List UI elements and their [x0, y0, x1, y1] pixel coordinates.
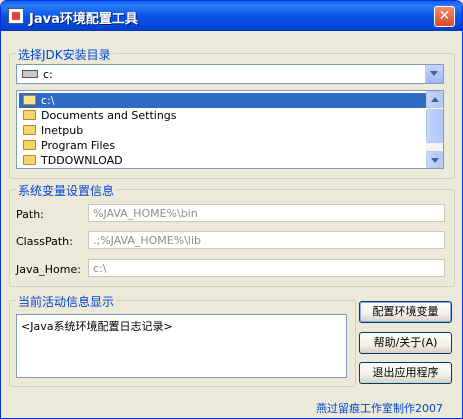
java-home-label: Java_Home: [16, 263, 81, 276]
list-item[interactable]: c:\ [19, 93, 429, 108]
chevron-down-icon[interactable] [425, 65, 443, 83]
java-app-icon [8, 8, 24, 24]
directory-list[interactable]: c:\ Documents and Settings Inetpub Progr… [16, 90, 444, 169]
java-home-value: c:\ [93, 262, 107, 275]
jdk-group-legend: 选择JDK安装目录 [16, 46, 113, 63]
folder-icon [23, 155, 36, 165]
help-about-button[interactable]: 帮助/关于(A) [359, 332, 452, 354]
directory-label: c:\ [41, 94, 55, 107]
scroll-up-arrow-icon[interactable] [426, 91, 443, 108]
list-item[interactable]: TDDOWNLOAD [19, 153, 429, 168]
directory-label: TDDOWNLOAD [41, 154, 123, 167]
folder-open-icon [23, 95, 36, 105]
exit-app-button[interactable]: 退出应用程序 [359, 362, 452, 384]
scroll-thumb[interactable] [426, 109, 443, 143]
folder-icon [23, 140, 36, 150]
list-item[interactable]: Inetpub [19, 123, 429, 138]
folder-icon [23, 125, 36, 135]
java-home-field: c:\ [88, 259, 445, 277]
activity-log-textarea[interactable]: <Java系统环境配置日志记录> [16, 314, 347, 378]
drive-select[interactable]: c: [16, 64, 444, 84]
app-window: Java环境配置工具 ✕ 选择JDK安装目录 c: c:\ Documents … [0, 0, 463, 419]
window-title: Java环境配置工具 [29, 12, 138, 27]
directory-scrollbar[interactable] [426, 91, 443, 168]
list-item[interactable]: Documents and Settings [19, 108, 429, 123]
title-bar[interactable]: Java环境配置工具 ✕ [1, 1, 462, 31]
directory-label: Documents and Settings [41, 109, 177, 122]
path-value: %JAVA_HOME%\bin [93, 207, 198, 220]
classpath-field: .;%JAVA_HOME%\lib [88, 231, 445, 249]
scroll-down-arrow-icon[interactable] [426, 151, 443, 168]
folder-icon [23, 110, 36, 120]
activity-log-text: <Java系统环境配置日志记录> [21, 320, 173, 333]
activity-group-legend: 当前活动信息显示 [16, 293, 117, 310]
env-group-legend: 系统变量设置信息 [16, 182, 117, 199]
configure-env-button[interactable]: 配置环境变量 [359, 301, 452, 323]
list-item[interactable]: Program Files [19, 138, 429, 153]
path-label: Path: [16, 208, 44, 221]
directory-label: Inetpub [41, 124, 84, 137]
hard-drive-icon [22, 70, 38, 78]
path-field: %JAVA_HOME%\bin [88, 204, 445, 222]
drive-select-value: c: [43, 68, 53, 81]
directory-label: Program Files [41, 139, 116, 152]
classpath-label: ClassPath: [16, 235, 73, 248]
close-button[interactable]: ✕ [434, 6, 455, 27]
footer-credit: 燕过留痕工作室制作2007 [316, 402, 443, 415]
classpath-value: .;%JAVA_HOME%\lib [93, 234, 201, 247]
